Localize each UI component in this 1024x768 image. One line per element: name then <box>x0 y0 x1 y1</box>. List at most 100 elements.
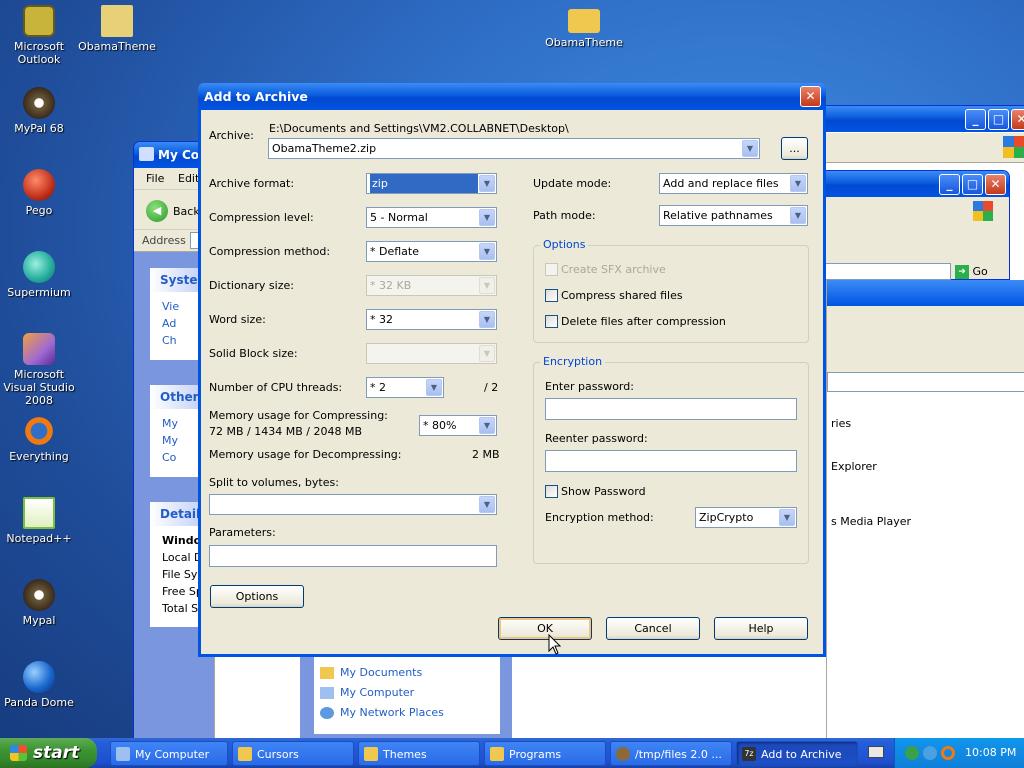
compress-shared-checkbox[interactable] <box>545 289 558 302</box>
archive-format-select[interactable]: zip ▼ <box>366 173 497 194</box>
desktop-icon-outlook[interactable]: Microsoft Outlook <box>0 5 78 66</box>
reenter-password-input[interactable] <box>545 450 797 472</box>
place-link[interactable]: My <box>150 415 200 432</box>
chevron-down-icon[interactable]: ▼ <box>426 379 442 396</box>
desktop-icon-obamatheme-zip[interactable]: ObamaTheme <box>78 5 156 53</box>
solid-block-label: Solid Block size: <box>209 347 298 360</box>
menu-file[interactable]: File <box>146 172 164 185</box>
dictionary-size-value: * 32 KB <box>370 279 412 292</box>
encryption-method-select[interactable]: ZipCrypto ▼ <box>695 507 797 528</box>
go-button[interactable]: ➜ Go <box>955 263 995 280</box>
place-link-my-computer[interactable]: My Computer <box>314 684 500 701</box>
list-item[interactable]: Explorer <box>831 460 877 473</box>
desktop-icon-everything[interactable]: Everything <box>0 415 78 463</box>
taskbar-button-programs[interactable]: Programs <box>484 741 606 766</box>
address-bar[interactable] <box>821 263 951 280</box>
archive-name-combo[interactable]: ObamaTheme2.zip ▼ <box>268 138 760 159</box>
tray-app-icon[interactable] <box>905 746 919 760</box>
compression-method-select[interactable]: * Deflate ▼ <box>366 241 497 262</box>
keyboard-icon[interactable] <box>868 746 884 758</box>
desktop-icon-label: Panda Dome <box>4 696 74 709</box>
ok-button[interactable]: OK <box>498 617 592 640</box>
split-volumes-select[interactable]: ▼ <box>209 494 497 515</box>
show-password-label[interactable]: Show Password <box>561 485 646 498</box>
mem-decompress-value: 2 MB <box>472 448 500 461</box>
back-arrow-icon[interactable]: ◀ <box>146 200 168 222</box>
close-button[interactable]: ✕ <box>800 86 821 107</box>
desktop-icon-supermium[interactable]: Supermium <box>0 251 78 299</box>
place-link[interactable]: Co <box>150 449 200 466</box>
chevron-down-icon[interactable]: ▼ <box>479 209 495 226</box>
taskbar-button-add-to-archive[interactable]: 7z Add to Archive <box>736 741 858 766</box>
address-bar[interactable] <box>827 372 1024 392</box>
chevron-down-icon[interactable]: ▼ <box>479 496 495 513</box>
panel-heading[interactable]: Details <box>150 502 207 526</box>
back-label[interactable]: Back <box>173 205 200 218</box>
list-item[interactable]: ries <box>831 417 851 430</box>
desktop-icon-panda-dome[interactable]: Panda Dome <box>0 661 78 709</box>
background-window-titlebar[interactable] <box>827 280 1024 306</box>
zip-folder-icon <box>101 5 133 37</box>
place-link-network[interactable]: My Network Places <box>314 704 500 721</box>
panel-heading[interactable]: Syster <box>150 268 203 292</box>
clock[interactable]: 10:08 PM <box>965 738 1016 768</box>
taskbar-button-my-computer[interactable]: My Computer <box>110 741 228 766</box>
parameters-input[interactable] <box>209 545 497 567</box>
desktop-icon-pego[interactable]: Pego <box>0 169 78 217</box>
cpu-threads-select[interactable]: * 2 ▼ <box>366 377 444 398</box>
task-link[interactable]: Ch <box>150 332 200 349</box>
desktop-icon-mypal68[interactable]: MyPal 68 <box>0 87 78 135</box>
options-button[interactable]: Options <box>210 585 304 608</box>
details-line: Free Sp <box>162 585 200 598</box>
word-size-select[interactable]: * 32 ▼ <box>366 309 497 330</box>
minimize-button[interactable]: _ <box>939 174 960 195</box>
path-mode-select[interactable]: Relative pathnames ▼ <box>659 205 808 226</box>
close-button[interactable]: ✕ <box>985 174 1006 195</box>
desktop-icon-visual-studio[interactable]: Microsoft Visual Studio 2008 <box>0 333 78 407</box>
mem-percent-select[interactable]: * 80% ▼ <box>419 415 497 436</box>
xp-logo-icon <box>1003 136 1024 158</box>
place-link-my-documents[interactable]: My Documents <box>314 664 500 681</box>
update-mode-select[interactable]: Add and replace files ▼ <box>659 173 808 194</box>
tray-sync-icon[interactable] <box>923 746 937 760</box>
task-link[interactable]: Ad <box>150 315 200 332</box>
chevron-down-icon[interactable]: ▼ <box>479 243 495 260</box>
place-link[interactable]: My <box>150 432 200 449</box>
chevron-down-icon[interactable]: ▼ <box>790 175 806 192</box>
minimize-button[interactable]: _ <box>965 109 986 130</box>
chevron-down-icon[interactable]: ▼ <box>479 175 495 192</box>
start-button[interactable]: start <box>0 738 97 768</box>
dialog-titlebar[interactable]: Add to Archive <box>198 83 826 110</box>
chevron-down-icon[interactable]: ▼ <box>479 417 495 434</box>
taskbar-button-themes[interactable]: Themes <box>358 741 480 766</box>
desktop-icon-obamatheme-folder[interactable]: ObamaTheme <box>545 5 623 49</box>
desktop-icon-mypal[interactable]: Mypal <box>0 579 78 627</box>
dictionary-size-label: Dictionary size: <box>209 279 294 292</box>
browse-button[interactable]: ... <box>781 137 808 160</box>
maximize-button[interactable]: □ <box>962 174 983 195</box>
taskbar-button-tmp-files[interactable]: /tmp/files 2.0 ... <box>610 741 732 766</box>
delete-after-checkbox[interactable] <box>545 315 558 328</box>
list-item[interactable]: s Media Player <box>831 515 911 528</box>
cancel-button[interactable]: Cancel <box>606 617 700 640</box>
link-label: My Documents <box>340 666 423 679</box>
delete-after-label[interactable]: Delete files after compression <box>561 315 726 328</box>
compression-level-select[interactable]: 5 - Normal ▼ <box>366 207 497 228</box>
search-icon[interactable] <box>941 746 955 760</box>
maximize-button[interactable]: □ <box>988 109 1009 130</box>
close-button[interactable]: ✕ <box>1011 109 1024 130</box>
enter-password-input[interactable] <box>545 398 797 420</box>
chevron-down-icon[interactable]: ▼ <box>479 311 495 328</box>
taskbar-button-cursors[interactable]: Cursors <box>232 741 354 766</box>
chevron-down-icon[interactable]: ▼ <box>790 207 806 224</box>
show-password-checkbox[interactable] <box>545 485 558 498</box>
panel-heading[interactable]: Other <box>150 385 200 409</box>
desktop-icon-notepadpp[interactable]: Notepad++ <box>0 497 78 545</box>
chevron-down-icon[interactable]: ▼ <box>779 509 795 526</box>
background-window-3[interactable]: ries Explorer s Media Player <box>826 280 1024 738</box>
compress-shared-label[interactable]: Compress shared files <box>561 289 683 302</box>
menu-edit[interactable]: Edit <box>178 172 199 185</box>
task-link[interactable]: Vie <box>150 298 200 315</box>
chevron-down-icon[interactable]: ▼ <box>742 140 758 157</box>
help-button[interactable]: Help <box>714 617 808 640</box>
